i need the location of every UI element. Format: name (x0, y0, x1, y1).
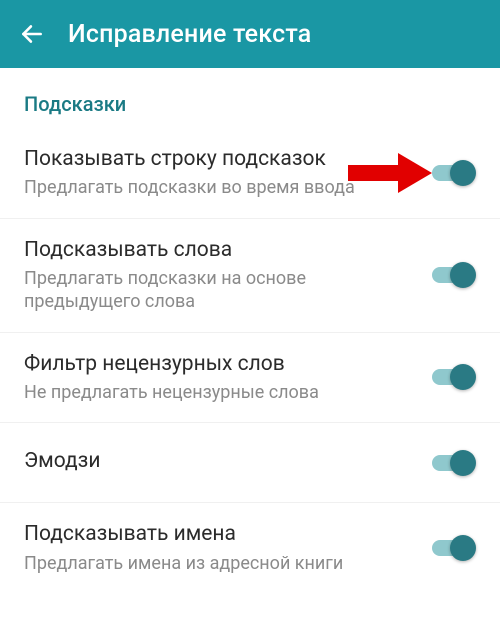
page-title: Исправление текста (68, 20, 311, 49)
toggle-profanity-filter[interactable] (432, 364, 476, 390)
setting-title: Показывать строку подсказок (24, 146, 416, 172)
setting-text: Подсказывать слова Предлагать подсказки … (24, 237, 432, 314)
setting-text: Фильтр нецензурных слов Не предлагать не… (24, 351, 432, 405)
switch-knob (450, 160, 476, 186)
setting-text: Эмодзи (24, 448, 432, 478)
setting-title: Фильтр нецензурных слов (24, 351, 416, 377)
setting-title: Эмодзи (24, 448, 416, 474)
toggle-suggest-words[interactable] (432, 262, 476, 288)
toggle-show-suggestion-strip[interactable] (432, 160, 476, 186)
arrow-back-icon (19, 21, 45, 47)
setting-subtitle: Не предлагать нецензурные слова (24, 381, 416, 404)
setting-subtitle: Предлагать подсказки на основе предыдуще… (24, 267, 416, 314)
setting-profanity-filter[interactable]: Фильтр нецензурных слов Не предлагать не… (0, 333, 500, 424)
switch-knob (450, 450, 476, 476)
back-button[interactable] (8, 10, 56, 58)
setting-subtitle: Предлагать подсказки во время ввода (24, 176, 416, 199)
setting-suggest-names[interactable]: Подсказывать имена Предлагать имена из а… (0, 503, 500, 593)
toggle-emoji[interactable] (432, 450, 476, 476)
switch-knob (450, 364, 476, 390)
setting-emoji[interactable]: Эмодзи (0, 423, 500, 503)
setting-show-suggestion-strip[interactable]: Показывать строку подсказок Предлагать п… (0, 128, 500, 219)
switch-knob (450, 262, 476, 288)
switch-knob (450, 535, 476, 561)
section-header-hints: Подсказки (0, 68, 500, 128)
appbar: Исправление текста (0, 0, 500, 68)
setting-title: Подсказывать слова (24, 237, 416, 263)
setting-text: Показывать строку подсказок Предлагать п… (24, 146, 432, 200)
setting-text: Подсказывать имена Предлагать имена из а… (24, 521, 432, 575)
setting-suggest-words[interactable]: Подсказывать слова Предлагать подсказки … (0, 219, 500, 333)
setting-subtitle: Предлагать имена из адресной книги (24, 552, 416, 575)
toggle-suggest-names[interactable] (432, 535, 476, 561)
setting-title: Подсказывать имена (24, 521, 416, 547)
